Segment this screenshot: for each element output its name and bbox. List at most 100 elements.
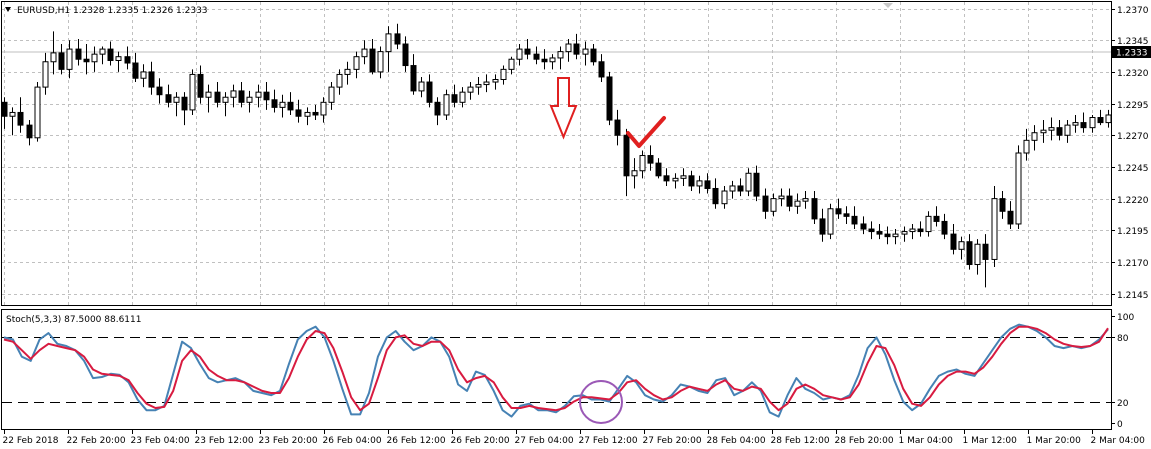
candle-body	[26, 124, 33, 139]
candle-body	[843, 213, 850, 217]
stochastic-axis: 100 80 20 0	[1111, 313, 1134, 430]
candle-body	[573, 43, 580, 55]
candle-body	[737, 185, 744, 192]
candle-body	[1089, 117, 1096, 129]
candle-body	[197, 73, 204, 98]
candle-body	[255, 91, 262, 98]
stochastic-tick-label: 80	[1117, 334, 1129, 344]
candle-body	[115, 56, 122, 61]
candle-body	[925, 215, 932, 233]
candle-body	[434, 101, 441, 116]
time-tick-label: 26 Feb 12:00	[387, 436, 446, 446]
candle-body	[1048, 127, 1055, 131]
candle-body	[426, 81, 433, 103]
candle-body	[312, 111, 319, 116]
candle-body	[1056, 127, 1063, 136]
candle-body	[451, 94, 458, 103]
candle-body	[475, 84, 482, 88]
candle-body	[132, 62, 139, 79]
candle-body	[483, 81, 490, 86]
price-tick-label: 1.2245	[1117, 164, 1149, 174]
candle-body	[140, 71, 147, 79]
time-tick-label: 28 Feb 04:00	[707, 436, 766, 446]
candle-body	[508, 58, 515, 70]
price-tick-label: 1.2345	[1117, 37, 1149, 47]
candle-body	[304, 111, 311, 117]
candle-body	[222, 96, 229, 103]
candle-body	[181, 96, 188, 111]
price-tick-label: 1.2170	[1117, 259, 1149, 269]
candle-body	[328, 86, 335, 103]
candle-body	[901, 231, 908, 235]
candle-body	[712, 187, 719, 205]
candle-body	[271, 99, 278, 108]
candle-body	[802, 198, 809, 202]
candle-body	[42, 61, 49, 88]
candle-body	[729, 185, 736, 192]
price-tick-label: 1.2370	[1117, 6, 1149, 16]
candle-body	[173, 96, 180, 103]
candle-body	[1031, 132, 1038, 141]
price-tick-label: 1.2195	[1117, 227, 1149, 237]
candle-body	[835, 208, 842, 215]
time-tick-label: 22 Feb 2018	[3, 436, 59, 446]
candle-body	[950, 233, 957, 250]
candle-body	[639, 155, 646, 172]
candle-body	[279, 101, 286, 108]
candle-body	[598, 61, 605, 78]
candle-body	[214, 91, 221, 103]
price-tick-label: 1.2220	[1117, 196, 1149, 206]
candle-body	[696, 180, 703, 187]
candle-body	[238, 90, 245, 103]
candle-body	[999, 198, 1006, 212]
candle-body	[721, 190, 728, 205]
candle-body	[418, 81, 425, 92]
candle-body	[459, 91, 466, 103]
candle-body	[876, 231, 883, 235]
candle-body	[377, 51, 384, 73]
candle-body	[762, 195, 769, 212]
time-tick-label: 2 Mar 04:00	[1091, 436, 1146, 446]
candle-body	[500, 68, 507, 80]
candle-body	[688, 175, 695, 187]
candle-body	[909, 228, 916, 233]
candle-body	[851, 215, 858, 225]
candle-body	[917, 228, 924, 233]
candle-body	[50, 52, 57, 63]
candle-body	[107, 48, 114, 61]
candle-body	[361, 48, 368, 58]
candle-body	[263, 91, 270, 101]
candle-body	[75, 48, 82, 60]
candle-body	[549, 57, 556, 63]
candle-body	[991, 198, 998, 260]
price-tick-label: 1.2145	[1117, 291, 1149, 301]
candle-body	[557, 51, 564, 59]
time-tick-label: 1 Mar 12:00	[963, 436, 1018, 446]
time-tick-label: 27 Feb 20:00	[643, 436, 702, 446]
candle-body	[827, 208, 834, 235]
candle-body	[17, 111, 24, 126]
candle-body	[533, 53, 540, 60]
candle-body	[34, 86, 41, 139]
candle-body	[958, 241, 965, 250]
candle-body	[148, 71, 155, 88]
time-tick-label: 27 Feb 12:00	[579, 436, 638, 446]
current-price-label: 1.2333	[1116, 49, 1148, 59]
candle-body	[982, 243, 989, 260]
time-tick-label: 23 Feb 20:00	[259, 436, 318, 446]
stochastic-title: Stoch(5,3,3) 87.5000 88.6111	[6, 315, 141, 325]
candle-body	[606, 76, 613, 121]
candle-body	[492, 79, 499, 83]
candle-body	[745, 172, 752, 192]
candle-body	[516, 48, 523, 60]
candle-body	[402, 43, 409, 67]
candle-body	[631, 170, 638, 177]
candle-body	[1064, 124, 1071, 136]
candle-body	[1040, 129, 1047, 134]
candle-body	[672, 177, 679, 182]
price-tick-label: 1.2295	[1117, 101, 1149, 111]
time-tick-label: 28 Feb 20:00	[835, 436, 894, 446]
stochastic-tick-label: 20	[1117, 399, 1129, 409]
candle-body	[753, 172, 760, 197]
candle-body	[614, 119, 621, 136]
